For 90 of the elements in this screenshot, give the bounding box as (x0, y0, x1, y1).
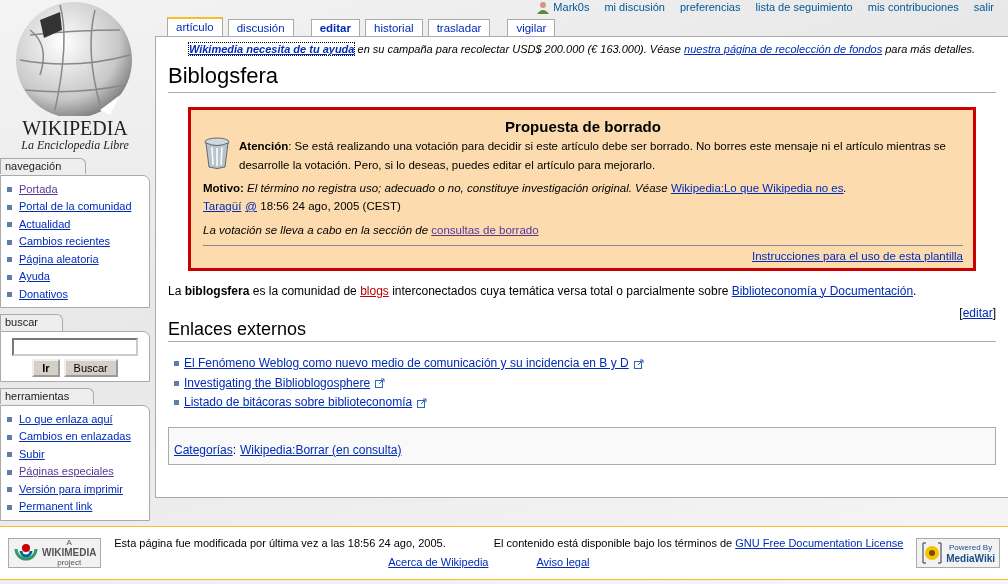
footer-link[interactable]: Aviso legal (536, 554, 590, 571)
categories-link[interactable]: Categorías (174, 442, 233, 457)
sidebar-link[interactable]: Actualidad (19, 215, 71, 234)
license-text: El contenido está disponible bajo los términos de GNU Free Documentation License (493, 535, 904, 551)
external-link[interactable]: El Fenómeno Weblog como nuevo medio de comunicación y su incidencia en B y D (184, 354, 629, 374)
bullet-icon (174, 361, 179, 367)
go-button[interactable]: Ir (32, 359, 60, 378)
external-link-icon (417, 397, 428, 408)
link[interactable]: @ (245, 199, 258, 212)
site-notice: Wikimedia necesita de tu ayuda en su campaña para recolectar USD$ 200.000 (€ 163.000). Véase nuestra página de recolección de fondos para más detalles. (187, 42, 977, 57)
notice-reason: Motivo: El término no registra uso; adecuado o no, constituye investigación original. Véase Wikipedia:Lo que Wikipedia no es. (203, 180, 848, 196)
bullet-icon (7, 239, 12, 245)
bullet-icon (7, 504, 12, 510)
bullet-icon (7, 434, 12, 440)
page-tab[interactable]: trasladar (427, 19, 491, 36)
bullet-icon (174, 380, 179, 386)
wordmark: WIKIPEDIA (21, 118, 129, 138)
notice-title: Propuesta de borrado (504, 116, 662, 137)
bullet-icon (7, 257, 12, 263)
page-tab[interactable]: artículo (167, 17, 223, 36)
mediawiki-badge[interactable]: Powered By MediaWiki (916, 537, 1000, 568)
badge-text: WIKIMEDIA (42, 547, 97, 559)
notice-vote-text: La votación se lleva a cabo en la sección de consultas de borrado (203, 222, 540, 238)
sidebar-link[interactable]: Versión para imprimir (19, 480, 123, 499)
search-field[interactable] (12, 338, 138, 357)
article-paragraph: La biblogsfera es la comunidad de blogs interconectados cuya temática versa total o parcialmente sobre Biblioteconomía y Documentación. (168, 282, 918, 300)
category-link[interactable]: Wikipedia:Borrar (en consulta) (240, 442, 402, 457)
sidebar-link[interactable]: Portada (19, 180, 58, 199)
last-modified-text: Esta página fue modificada por última vez a las 18:56 24 ago, 2005. (114, 535, 446, 551)
user-menu-link[interactable]: lista de seguimiento (755, 0, 853, 16)
link[interactable]: consultas de borrado (431, 223, 539, 236)
link[interactable]: Wikipedia:Lo que Wikipedia no es (670, 181, 844, 194)
sidebar-link[interactable]: Portal de la comunidad (19, 198, 132, 216)
page-tab[interactable]: editar (310, 19, 360, 36)
bullet-icon (7, 487, 12, 493)
bullet-icon (7, 452, 12, 458)
user-menu-link[interactable]: preferencias (679, 0, 741, 16)
link[interactable]: GNU Free Documentation License (735, 536, 904, 549)
sidebar-link[interactable]: Lo que enlaza aquí (19, 410, 113, 429)
sidebar-link[interactable]: Ayuda (19, 268, 50, 286)
badge-text: A (65, 538, 73, 548)
wikimedia-badge[interactable]: A WIKIMEDIA project (8, 537, 102, 568)
sidebar-link[interactable]: Cambios recientes (19, 233, 111, 251)
footer-link[interactable]: Acerca de Wikipedia (388, 554, 489, 571)
external-link-icon (633, 358, 644, 369)
badge-text: project (56, 558, 83, 568)
sidebar-link[interactable]: Páginas especiales (19, 463, 114, 481)
external-link-icon (375, 378, 386, 389)
user-icon (537, 1, 550, 15)
user-menu-link[interactable]: mi discusión (604, 0, 665, 16)
external-link[interactable]: Listado de bitácoras sobre biblioteconomía (184, 393, 413, 413)
portlet-title: navegación (0, 158, 87, 175)
link[interactable]: nuestra página de recolección de fondos (684, 43, 883, 55)
link[interactable]: Taragüí (203, 199, 242, 212)
search-button[interactable]: Buscar (63, 359, 118, 378)
page-title: Biblogsfera (168, 63, 996, 93)
separator-text: : (232, 442, 237, 457)
link[interactable]: Wikimedia necesita de tu ayuda (188, 43, 355, 55)
bullet-icon (7, 274, 12, 280)
sunflower-icon (921, 540, 944, 565)
badge-text: Powered By (948, 541, 994, 553)
sidebar-link[interactable]: Cambios en enlazadas (19, 428, 131, 446)
bullet-icon (7, 222, 12, 228)
user-link[interactable]: Mark0s (553, 0, 590, 16)
tagline: La Enciclopedia Libre (20, 138, 130, 152)
badge-text: MediaWiki (946, 552, 995, 564)
external-link[interactable]: Investigating the Biblioblogosphere (184, 373, 371, 394)
sidebar-link[interactable]: Página aleatoria (19, 250, 99, 269)
bullet-icon (7, 187, 12, 193)
bullet-icon (174, 400, 179, 406)
portlet-title: buscar (0, 314, 64, 331)
bullet-icon (7, 292, 12, 298)
notice-text: Atención: Se está realizando una votación para decidir si este artículo debe ser borrado. No borres este mensaje ni el artículo mientras se desarrolle la votación. Pero, si lo deseas, puedes editar el artículo para mejorarlo. (239, 138, 947, 173)
edit-section-link[interactable]: [editar] (959, 305, 996, 320)
missing-page-link[interactable]: blogs (360, 283, 389, 298)
portlet-title: herramientas (0, 388, 95, 405)
bullet-icon (7, 417, 12, 423)
sidebar-link[interactable]: Subir (19, 445, 45, 464)
trash-can-icon (203, 136, 231, 169)
page-tab[interactable]: historial (365, 19, 423, 36)
bullet-icon (7, 204, 12, 210)
sidebar-link[interactable]: Permanent link (19, 498, 93, 516)
page-tab[interactable]: vigilar (507, 19, 556, 36)
instructions-link[interactable]: Instrucciones para el uso de esta plantilla (752, 249, 963, 262)
page-tab[interactable]: discusión (227, 19, 294, 36)
bullet-icon (7, 469, 12, 475)
sidebar-link[interactable]: Donativos (19, 285, 68, 304)
user-menu-link[interactable]: salir (973, 0, 994, 16)
user-menu-link[interactable]: mis contribuciones (867, 0, 959, 16)
notice-signature: Taragüí @ 18:56 24 ago, 2005 (CEST) (203, 198, 402, 214)
